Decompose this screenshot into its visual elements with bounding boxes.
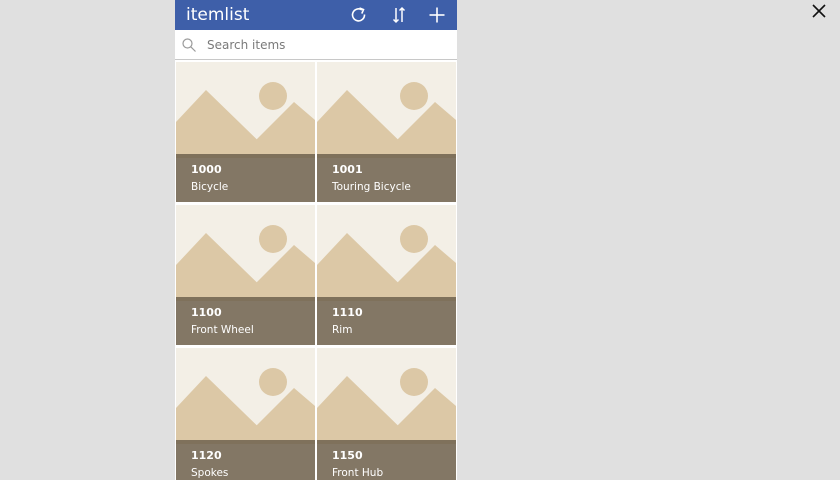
app-title: itemlist — [186, 5, 250, 25]
sort-icon[interactable] — [385, 0, 413, 30]
item-gallery: 1000 Bicycle 1001 Touring Bicycle 1100 F… — [176, 62, 456, 480]
item-caption: 1001 Touring Bicycle — [317, 154, 456, 202]
item-name: Rim — [332, 324, 353, 336]
item-name: Touring Bicycle — [332, 181, 411, 193]
item-caption: 1150 Front Hub — [317, 440, 456, 480]
gallery-item[interactable]: 1001 Touring Bicycle — [317, 62, 456, 202]
item-caption: 1120 Spokes — [176, 440, 315, 480]
item-list-app: itemlist Search items 1000 Bicycle 1001 … — [175, 0, 457, 480]
item-name: Bicycle — [191, 181, 229, 193]
search-icon — [181, 37, 197, 53]
item-caption: 1100 Front Wheel — [176, 297, 315, 345]
item-code: 1001 — [332, 163, 363, 176]
gallery-item[interactable]: 1000 Bicycle — [176, 62, 315, 202]
search-bar — [175, 30, 457, 60]
item-name: Front Wheel — [191, 324, 254, 336]
search-input[interactable] — [205, 31, 449, 58]
item-caption: 1110 Rim — [317, 297, 456, 345]
close-icon[interactable] — [808, 0, 830, 22]
gallery-item[interactable]: 1100 Front Wheel — [176, 205, 315, 345]
item-code: 1150 — [332, 449, 363, 462]
gallery-item[interactable]: 1150 Front Hub — [317, 348, 456, 480]
refresh-icon[interactable] — [345, 0, 373, 30]
add-icon[interactable] — [423, 0, 451, 30]
item-name: Spokes — [191, 467, 229, 479]
item-code: 1100 — [191, 306, 222, 319]
item-code: 1110 — [332, 306, 363, 319]
item-code: 1120 — [191, 449, 222, 462]
gallery-item[interactable]: 1120 Spokes — [176, 348, 315, 480]
item-code: 1000 — [191, 163, 222, 176]
item-name: Front Hub — [332, 467, 384, 479]
gallery-item[interactable]: 1110 Rim — [317, 205, 456, 345]
app-header: itemlist — [175, 0, 457, 30]
item-caption: 1000 Bicycle — [176, 154, 315, 202]
